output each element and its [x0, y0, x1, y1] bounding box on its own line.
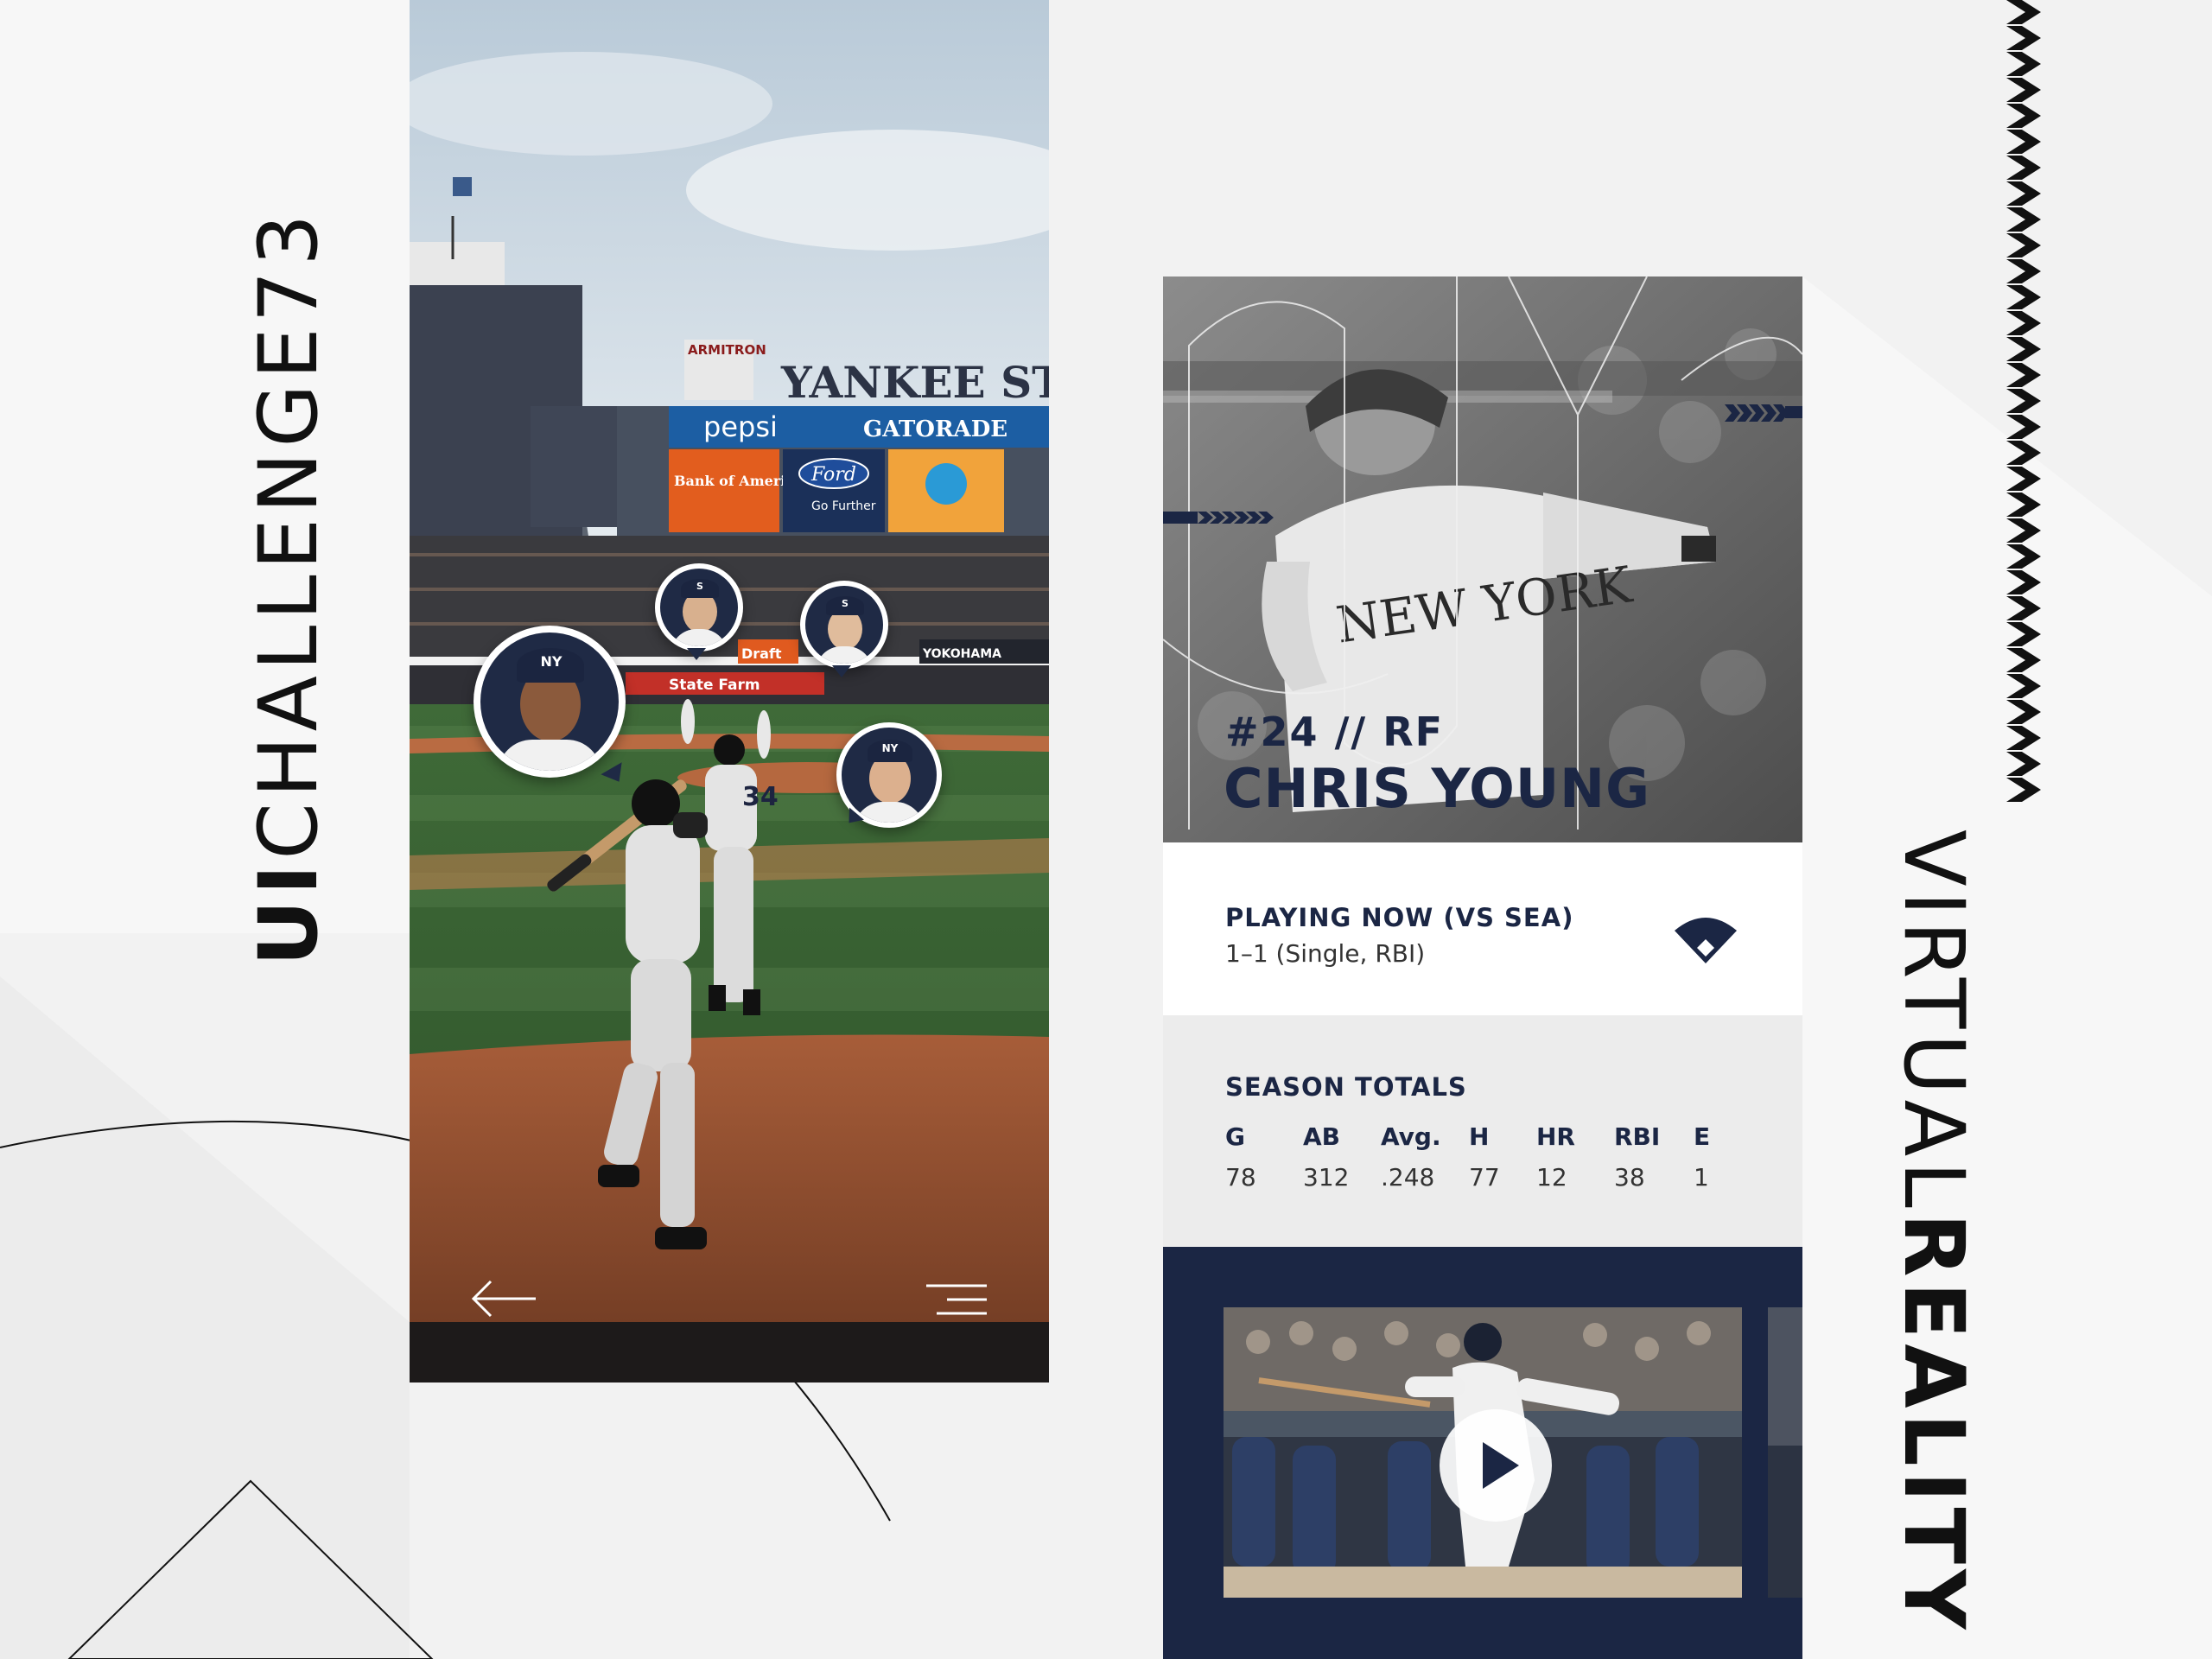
- video-frame: [1768, 1307, 1802, 1598]
- jersey-number: 34: [742, 782, 779, 812]
- chevron-icon: [2006, 52, 2041, 76]
- stat-value: 77: [1469, 1163, 1500, 1192]
- playing-now-section: PLAYING NOW (VS SEA) 1–1 (Single, RBI): [1163, 842, 1802, 1015]
- chevron-icon: [2006, 648, 2041, 672]
- chevron-icon: [2006, 726, 2041, 750]
- stat-label: AB: [1303, 1122, 1341, 1151]
- armitron-ad: ARMITRON: [688, 342, 766, 358]
- virtual-reality-title: VIRTUALREALITY: [1885, 830, 1982, 1634]
- playing-now-value: 1–1 (Single, RBI): [1225, 939, 1426, 968]
- chevron-icon: [2006, 181, 2041, 206]
- chevron-icon: [2006, 259, 2041, 283]
- cap-logo: S: [696, 581, 703, 592]
- chevron-icon: [2006, 285, 2041, 309]
- playing-now-label: PLAYING NOW (VS SEA): [1225, 903, 1574, 932]
- chevron-icon: [2006, 700, 2041, 724]
- stat-label: RBI: [1614, 1122, 1661, 1151]
- gatorade-ad: GATORADE: [863, 416, 1007, 442]
- stat-average: Avg. .248: [1381, 1122, 1441, 1192]
- player-name: CHRIS YOUNG: [1224, 757, 1650, 820]
- ar-stadium-screen[interactable]: YANKEE STA ARMITRON pepsi GATORADE Bank …: [410, 0, 1049, 1382]
- chevron-icon: [2006, 518, 2041, 543]
- chevron-icon: [2006, 467, 2041, 491]
- chevron-icon: [2006, 156, 2041, 180]
- ford-ad: Ford: [810, 464, 856, 486]
- ford-slogan: Go Further: [811, 499, 876, 513]
- player-bubble[interactable]: S: [800, 581, 888, 677]
- stat-value: 12: [1536, 1163, 1567, 1192]
- chevron-icon: [2006, 26, 2041, 50]
- challenge-title: UICHALLENGE73: [242, 209, 336, 966]
- chevron-pattern: [2006, 0, 2041, 802]
- cap-logo: NY: [540, 653, 563, 670]
- chevron-icon: [2006, 389, 2041, 413]
- stat-home-runs: HR 12: [1536, 1122, 1575, 1192]
- player-card: NEW YORK #24 // RF CHRIS YOUNG PLAYING N…: [1163, 276, 1802, 1659]
- baseball-field-icon[interactable]: [1671, 910, 1740, 965]
- chevron-icon: [2006, 441, 2041, 465]
- stat-value: 78: [1225, 1163, 1256, 1192]
- chevron-icon: [2006, 78, 2041, 102]
- chevron-icon: [2006, 130, 2041, 154]
- yokohama-ad: YOKOHAMA: [922, 647, 1001, 661]
- menu-icon[interactable]: [926, 1282, 987, 1317]
- stat-label: HR: [1536, 1122, 1575, 1151]
- stat-label: Avg.: [1381, 1122, 1441, 1151]
- chevron-icon: [2006, 104, 2041, 128]
- player-bubble[interactable]: S: [655, 563, 743, 660]
- play-icon: [1483, 1442, 1519, 1489]
- chevron-icon: [2006, 493, 2041, 517]
- stat-value: 38: [1614, 1163, 1645, 1192]
- player-number-position: #24 // RF: [1225, 709, 1445, 755]
- cap-logo: S: [842, 598, 849, 609]
- stat-errors: E 1: [1694, 1122, 1710, 1192]
- highlight-video-section: [1163, 1247, 1802, 1659]
- chevron-icon: [2006, 415, 2041, 439]
- pepsi-ad: pepsi: [703, 410, 778, 443]
- chevron-icon: [2006, 778, 2041, 802]
- season-totals-label: SEASON TOTALS: [1225, 1072, 1467, 1102]
- next-video-thumbnail[interactable]: [1768, 1307, 1802, 1598]
- title-rest: CHALLENGE73: [242, 208, 336, 860]
- chevron-icon: [2006, 311, 2041, 335]
- statefarm-ad: State Farm: [669, 677, 760, 694]
- player-bubble[interactable]: NY: [836, 722, 942, 830]
- title-bold: REALITY: [1885, 1212, 1982, 1635]
- play-button[interactable]: [1440, 1409, 1552, 1522]
- stat-hits: H 77: [1469, 1122, 1500, 1192]
- stat-at-bats: AB 312: [1303, 1122, 1349, 1192]
- chevron-icon: [2006, 0, 2041, 24]
- chevron-icon: [2006, 622, 2041, 646]
- draft-ad: Draft: [741, 645, 782, 662]
- stat-label: H: [1469, 1122, 1490, 1151]
- chevron-icon: [2006, 570, 2041, 594]
- season-totals-section: SEASON TOTALS G 78 AB 312 Avg. .248 H 77…: [1163, 1015, 1802, 1247]
- chevron-icon: [2006, 544, 2041, 569]
- stat-label: G: [1225, 1122, 1245, 1151]
- title-prefix: UI: [242, 859, 336, 966]
- stat-value: 312: [1303, 1163, 1350, 1192]
- chevron-icon: [2006, 207, 2041, 232]
- player-bubble[interactable]: NY: [474, 626, 630, 788]
- stat-label: E: [1694, 1122, 1711, 1151]
- stat-value: 1: [1694, 1163, 1709, 1192]
- chevron-icon: [2006, 233, 2041, 257]
- back-arrow-icon[interactable]: [470, 1277, 539, 1320]
- chevron-icon: [2006, 596, 2041, 620]
- chevron-icon: [2006, 674, 2041, 698]
- cap-logo: NY: [881, 742, 899, 754]
- chevron-icon: [2006, 752, 2041, 776]
- stadium-sign: YANKEE STA: [780, 357, 1049, 408]
- stat-value: .248: [1381, 1163, 1435, 1192]
- chevron-icon: [2006, 337, 2041, 361]
- stat-games: G 78: [1225, 1122, 1256, 1192]
- chevron-icon: [2006, 363, 2041, 387]
- stat-rbi: RBI 38: [1614, 1122, 1660, 1192]
- player-hero: NEW YORK #24 // RF CHRIS YOUNG: [1163, 276, 1802, 842]
- title-light: VIRTUAL: [1885, 830, 1982, 1213]
